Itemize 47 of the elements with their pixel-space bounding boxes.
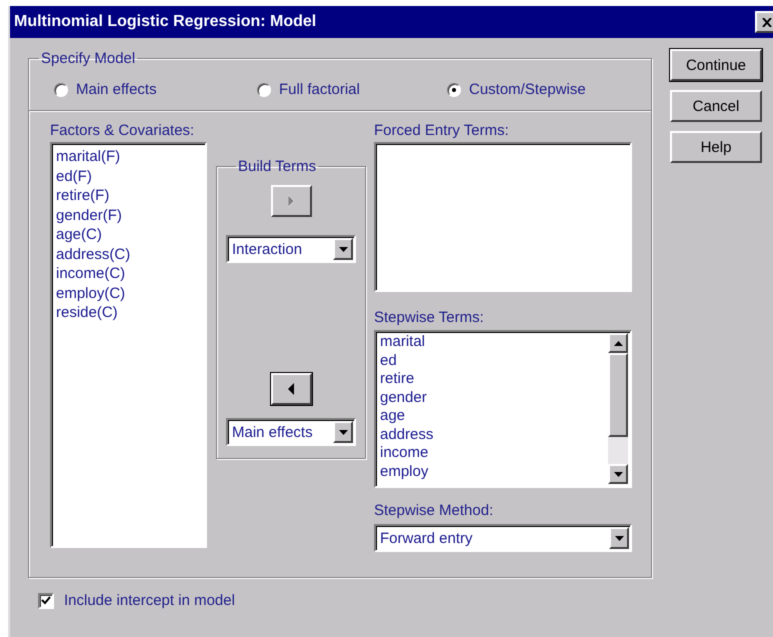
remove-arrow-button[interactable]	[270, 373, 312, 405]
list-item[interactable]: income(C)	[56, 264, 201, 284]
list-item[interactable]: reside(C)	[56, 303, 201, 322]
checkmark-icon	[41, 596, 51, 605]
list-item[interactable]: ed(F)	[56, 166, 201, 186]
list-item[interactable]: marital	[380, 333, 608, 352]
dialog-button[interactable]: Cancel	[670, 90, 762, 122]
list-label: Factors & Covariates:	[50, 122, 196, 141]
list-item[interactable]: address(C)	[56, 244, 201, 264]
left-arrow-icon	[288, 382, 294, 396]
list-item[interactable]: age	[380, 407, 608, 426]
right-arrow-icon	[288, 194, 294, 208]
group-label: Specify Model	[40, 50, 136, 67]
dropdown[interactable]: Main effects	[226, 418, 356, 446]
list-item[interactable]: retire(F)	[56, 186, 201, 206]
scrollbar[interactable]	[608, 333, 628, 484]
dropdown[interactable]: Forward entry	[374, 524, 632, 552]
forced-terms-list[interactable]	[374, 142, 632, 292]
field-label: Stepwise Method:	[374, 502, 494, 521]
dialog-button[interactable]: Help	[670, 131, 762, 163]
dialog-button[interactable]: Continue	[670, 49, 762, 81]
list-item[interactable]: gender	[380, 388, 608, 407]
radio-option[interactable]: Custom/Stepwise	[447, 81, 651, 98]
radio-option[interactable]: Main effects	[54, 81, 257, 98]
list-item[interactable]: marital(F)	[56, 147, 201, 166]
dropdown-arrow-icon	[614, 536, 624, 540]
list-label: Stepwise Terms:	[374, 309, 485, 328]
intercept-checkbox[interactable]: Include intercept in model	[38, 592, 235, 609]
list-item[interactable]: gender(F)	[56, 206, 201, 225]
list-item[interactable]: income	[380, 444, 608, 462]
close-button[interactable]	[755, 11, 773, 33]
list-item[interactable]: address	[380, 426, 608, 444]
list-item[interactable]: employ	[380, 462, 608, 481]
dropdown-arrow-icon	[338, 430, 348, 434]
dropdown[interactable]: Interaction	[226, 235, 356, 263]
radio-option[interactable]: Full factorial	[257, 81, 447, 98]
close-icon	[762, 18, 772, 26]
dropdown-arrow-icon	[614, 472, 622, 476]
list-item[interactable]: employ(C)	[56, 284, 201, 303]
list-item[interactable]: age(C)	[56, 225, 201, 244]
dropdown-arrow-icon	[338, 246, 348, 252]
scroll-up-icon	[614, 340, 622, 346]
group-label: Build Terms	[237, 158, 318, 175]
window-title: Multinomial Logistic Regression: Model	[14, 13, 316, 31]
list-item[interactable]: ed	[380, 352, 608, 370]
list-label: Forced Entry Terms:	[374, 122, 510, 141]
list-item[interactable]: retire	[380, 370, 608, 388]
